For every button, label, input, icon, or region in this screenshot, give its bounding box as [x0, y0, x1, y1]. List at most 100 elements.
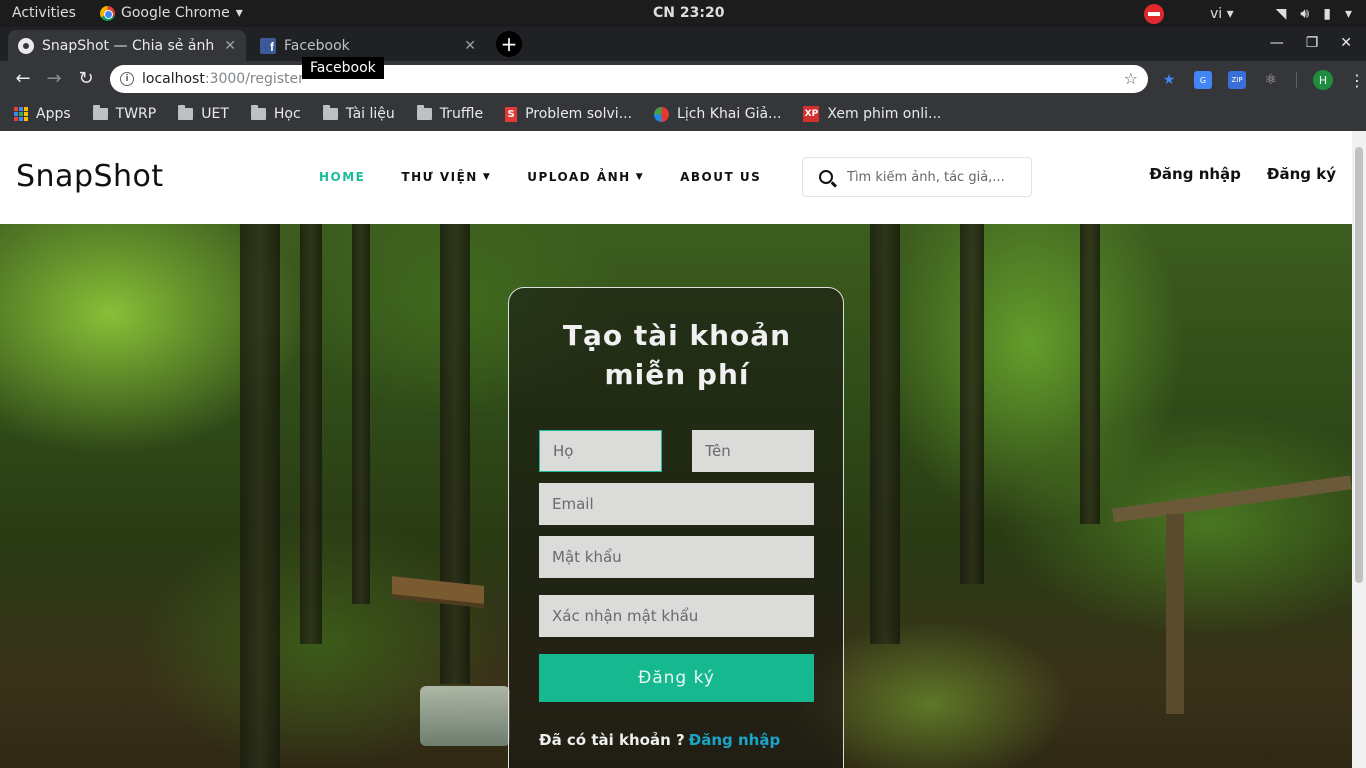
- tab-title: Facebook: [284, 37, 350, 54]
- zip-extension-icon[interactable]: ZIP: [1228, 71, 1246, 89]
- blue-star-extension-icon[interactable]: ★: [1160, 71, 1178, 89]
- bookmark-hoc[interactable]: Học: [250, 105, 301, 122]
- chrome-icon: [100, 5, 115, 21]
- maximize-icon[interactable]: ❐: [1306, 35, 1319, 51]
- bookmark-apps[interactable]: Apps: [14, 106, 71, 122]
- register-link[interactable]: Đăng ký: [1267, 165, 1336, 183]
- minimize-icon[interactable]: —: [1270, 35, 1284, 51]
- nav-upload[interactable]: UPLOAD ẢNH ▼: [527, 170, 644, 184]
- bookmarks-bar: Apps TWRP UET Học Tài liệu Truffle S Prob…: [0, 97, 1366, 131]
- have-account-text: Đã có tài khoản ? Đăng nhập: [539, 731, 781, 749]
- facebook-favicon-icon: f: [260, 37, 276, 54]
- scrollbar-thumb[interactable]: [1355, 147, 1363, 583]
- hero-forest-background: Tạo tài khoảnmiễn phí Đăng ký Đã có tài …: [0, 224, 1352, 768]
- react-devtools-icon[interactable]: ⚛: [1262, 71, 1280, 89]
- tree-trunk: [240, 224, 280, 768]
- chevron-down-icon: ▾: [235, 5, 243, 21]
- activities-button[interactable]: Activities: [12, 5, 76, 21]
- apps-grid-icon: [14, 107, 28, 121]
- nav-about[interactable]: ABOUT US: [680, 170, 761, 184]
- register-title: Tạo tài khoản miễn phí: [562, 319, 792, 391]
- url-path: :3000/register: [204, 71, 304, 87]
- folder-icon: [92, 105, 108, 120]
- wooden-fence-post: [1166, 514, 1184, 714]
- close-icon[interactable]: ✕: [464, 38, 476, 54]
- search-icon[interactable]: [819, 170, 833, 184]
- search-input[interactable]: [847, 169, 1017, 185]
- login-link[interactable]: Đăng nhập: [1149, 165, 1241, 183]
- chevron-down-icon: ▼: [482, 172, 492, 182]
- main-nav: HOME THƯ VIỆN ▼ UPLOAD ẢNH ▼ ABOUT US: [319, 170, 761, 184]
- tree-trunk: [440, 224, 470, 684]
- address-bar[interactable]: i localhost:3000/register ☆: [110, 65, 1148, 93]
- nav-home[interactable]: HOME: [319, 170, 365, 184]
- folder-icon: [416, 105, 432, 120]
- search-box: [802, 157, 1032, 197]
- tab-tooltip: Facebook: [302, 57, 384, 79]
- app-menu-label: Google Chrome: [121, 5, 230, 21]
- page-viewport: SnapShot HOME THƯ VIỆN ▼ UPLOAD ẢNH ▼ ABOU…: [0, 131, 1352, 768]
- bookmark-lich-khai-giang[interactable]: Lịch Khai Giả...: [654, 106, 781, 122]
- nav-library[interactable]: THƯ VIỆN ▼: [401, 170, 491, 184]
- tree-trunk: [300, 224, 322, 644]
- tree-trunk: [1080, 224, 1100, 524]
- close-window-icon[interactable]: ✕: [1340, 35, 1352, 51]
- bookmark-problem-solving[interactable]: S Problem solvi...: [505, 106, 632, 122]
- system-menu-chevron-icon[interactable]: ▾: [1345, 6, 1352, 22]
- app-menu[interactable]: Google Chrome ▾: [100, 5, 243, 21]
- site-header: SnapShot HOME THƯ VIỆN ▼ UPLOAD ẢNH ▼ ABOU…: [0, 131, 1352, 224]
- wooden-fence-rail: [1112, 475, 1352, 523]
- bookmark-xem-phim[interactable]: XP Xem phim onli...: [803, 106, 941, 122]
- problem-solving-icon: S: [505, 106, 518, 122]
- bookmark-tai-lieu[interactable]: Tài liệu: [322, 105, 395, 122]
- bookmark-twrp[interactable]: TWRP: [92, 105, 156, 122]
- kebab-menu-icon[interactable]: ⋮: [1349, 71, 1365, 90]
- folder-icon: [178, 105, 194, 120]
- close-icon[interactable]: ✕: [224, 38, 236, 54]
- tree-trunk: [352, 224, 370, 604]
- site-info-icon[interactable]: i: [120, 72, 134, 86]
- translate-extension-icon[interactable]: G: [1194, 71, 1212, 89]
- clock[interactable]: CN 23:20: [653, 5, 724, 21]
- tree-trunk: [960, 224, 984, 584]
- page-scrollbar[interactable]: [1352, 131, 1366, 768]
- tab-snapshot[interactable]: SnapShot — Chia sẻ ảnh miễn phí ✕: [8, 30, 246, 61]
- calendar-site-icon: [654, 106, 670, 122]
- wifi-icon: ◥: [1275, 6, 1287, 22]
- forward-icon[interactable]: →: [43, 68, 65, 89]
- system-tray[interactable]: vi ▾ ◥ 🔊︎ ▮ ▾: [1143, 4, 1352, 24]
- folder-icon: [250, 105, 266, 120]
- url-host: localhost: [142, 71, 205, 87]
- snapshot-favicon-icon: [18, 37, 34, 54]
- auth-links: Đăng nhập Đăng ký: [1149, 165, 1336, 183]
- tree-trunk: [870, 224, 900, 644]
- bookmark-truffle[interactable]: Truffle: [416, 105, 483, 122]
- password-field[interactable]: [539, 536, 814, 578]
- wooden-bench: [392, 576, 484, 608]
- window-controls: — ❐ ✕: [1270, 35, 1352, 51]
- browser-toolbar: ← → ↻ i localhost:3000/register ☆ ★ G ZI…: [0, 61, 1366, 97]
- first-name-field[interactable]: [692, 430, 814, 472]
- language-indicator[interactable]: vi ▾: [1210, 6, 1234, 22]
- site-logo[interactable]: SnapShot: [16, 159, 164, 194]
- reload-icon[interactable]: ↻: [75, 68, 97, 89]
- chevron-down-icon: ▼: [635, 172, 645, 182]
- xem-phim-icon: XP: [803, 106, 820, 122]
- new-tab-button[interactable]: +: [496, 31, 522, 57]
- card-login-link[interactable]: Đăng nhập: [689, 731, 781, 749]
- register-card: Tạo tài khoảnmiễn phí Đăng ký Đã có tài …: [508, 287, 844, 768]
- folder-icon: [322, 105, 338, 120]
- extensions: ★ G ZIP ⚛ H ⋮: [1160, 70, 1365, 90]
- profile-avatar[interactable]: H: [1313, 70, 1333, 90]
- do-not-disturb-icon[interactable]: [1143, 4, 1164, 24]
- email-field[interactable]: [539, 483, 814, 525]
- volume-icon: 🔊︎: [1300, 6, 1310, 22]
- bookmark-star-icon[interactable]: ☆: [1124, 69, 1138, 88]
- register-submit-button[interactable]: Đăng ký: [539, 654, 814, 702]
- tab-strip: SnapShot — Chia sẻ ảnh miễn phí ✕ f Face…: [0, 27, 1366, 61]
- bookmark-uet[interactable]: UET: [178, 105, 229, 122]
- stream-waterfall: [420, 686, 510, 746]
- confirm-password-field[interactable]: [539, 595, 814, 637]
- back-icon[interactable]: ←: [12, 68, 34, 89]
- last-name-field[interactable]: [539, 430, 662, 472]
